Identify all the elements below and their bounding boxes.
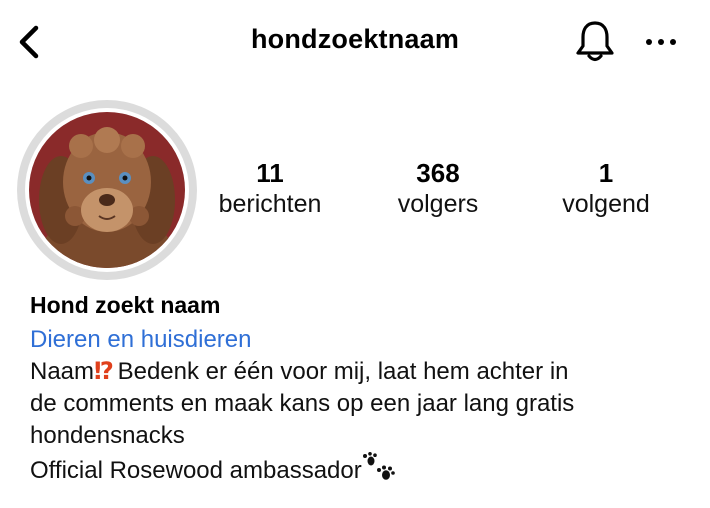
more-horizontal-icon: [646, 39, 676, 45]
posts-count: 11: [256, 158, 284, 188]
profile-display-name: Hond zoekt naam: [30, 292, 221, 318]
bio-line-1: Naam⁉ Bedenk er één voor mij, laat hem a…: [30, 356, 690, 388]
bio-line-2: de comments en maak kans op een jaar lan…: [30, 390, 575, 417]
paw-prints-icon: [362, 452, 396, 491]
more-options-button[interactable]: [640, 28, 684, 56]
bio-line-1-rest: Bedenk er één voor mij, laat hem achter …: [110, 358, 569, 385]
avatar-story-ring[interactable]: [17, 100, 197, 280]
following-label: volgend: [562, 190, 650, 218]
stat-followers[interactable]: 368 volgers: [358, 158, 518, 220]
top-bar: hondzoektnaam: [0, 0, 710, 84]
avatar[interactable]: [25, 108, 189, 272]
followers-label: volgers: [397, 190, 479, 218]
stat-posts[interactable]: 11 berichten: [190, 158, 350, 220]
stat-following[interactable]: 1 volgend: [526, 158, 686, 220]
following-count: 1: [598, 158, 614, 188]
posts-label: berichten: [218, 190, 322, 218]
notifications-button[interactable]: [574, 18, 616, 64]
bio-line-3: hondensnacks: [30, 422, 185, 449]
bell-icon: [576, 21, 614, 62]
bio-line-4: Official Rosewood ambassador: [30, 452, 690, 491]
bio-line-4-text: Official Rosewood ambassador: [30, 456, 362, 484]
profile-category[interactable]: Dieren en huisdieren: [30, 324, 690, 356]
profile-bio: Hond zoekt naam Dieren en huisdieren Naa…: [30, 290, 690, 491]
dog-avatar: [29, 112, 185, 268]
followers-count: 368: [416, 158, 460, 188]
exclamation-question-icon: ⁉: [94, 358, 114, 385]
bio-line-1-prefix: Naam: [30, 358, 95, 385]
